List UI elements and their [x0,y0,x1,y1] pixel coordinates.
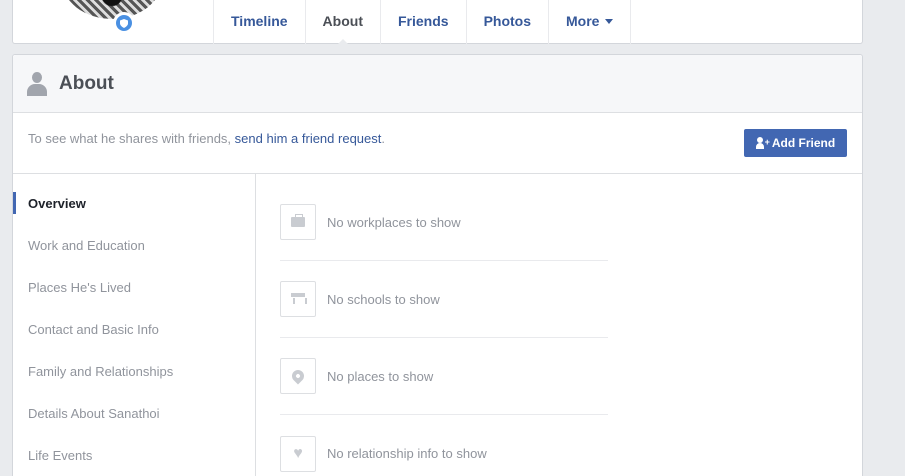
overview-item-relationship: ♥ No relationship info to show [280,415,608,476]
nav-item-details-about[interactable]: Details About Sanathoi [13,392,255,434]
location-pin-icon [280,358,316,394]
profile-avatar[interactable] [49,0,175,22]
nav-item-overview[interactable]: Overview [13,182,255,224]
add-friend-button[interactable]: + Add Friend [744,129,847,157]
friend-request-row: To see what he shares with friends, send… [13,113,862,174]
overview-item-schools: No schools to show [280,261,608,338]
friend-request-message: To see what he shares with friends, send… [28,131,385,146]
profile-guard-shield-icon [113,12,135,34]
nav-item-contact-info[interactable]: Contact and Basic Info [13,308,255,350]
profile-tabs: Timeline About Friends Photos More [213,0,632,45]
about-card: About To see what he shares with friends… [12,54,863,476]
about-title: About [59,72,114,94]
caret-down-icon [605,18,614,24]
about-side-nav: Overview Work and Education Places He's … [13,174,256,476]
nav-item-work-education[interactable]: Work and Education [13,224,255,266]
briefcase-icon [280,204,316,240]
tab-about[interactable]: About [304,0,380,45]
heart-icon: ♥ [280,435,316,472]
tab-friends[interactable]: Friends [379,0,466,44]
tab-timeline[interactable]: Timeline [213,0,305,44]
tab-more[interactable]: More [548,0,632,44]
nav-item-life-events[interactable]: Life Events [13,434,255,476]
person-icon [27,71,47,96]
avatar-image [62,0,162,19]
about-header: About [13,55,862,113]
nav-item-places-lived[interactable]: Places He's Lived [13,266,255,308]
add-friend-icon: + [755,137,770,149]
overview-item-places: No places to show [280,338,608,415]
school-icon [280,281,316,317]
profile-header-card: Timeline About Friends Photos More [12,0,863,45]
send-friend-request-link[interactable]: send him a friend request [235,131,382,146]
about-content: Overview Work and Education Places He's … [13,174,862,476]
nav-item-family-relationships[interactable]: Family and Relationships [13,350,255,392]
overview-list: No workplaces to show No schools to show… [280,174,608,476]
tab-photos[interactable]: Photos [465,0,548,44]
overview-item-workplaces: No workplaces to show [280,184,608,261]
